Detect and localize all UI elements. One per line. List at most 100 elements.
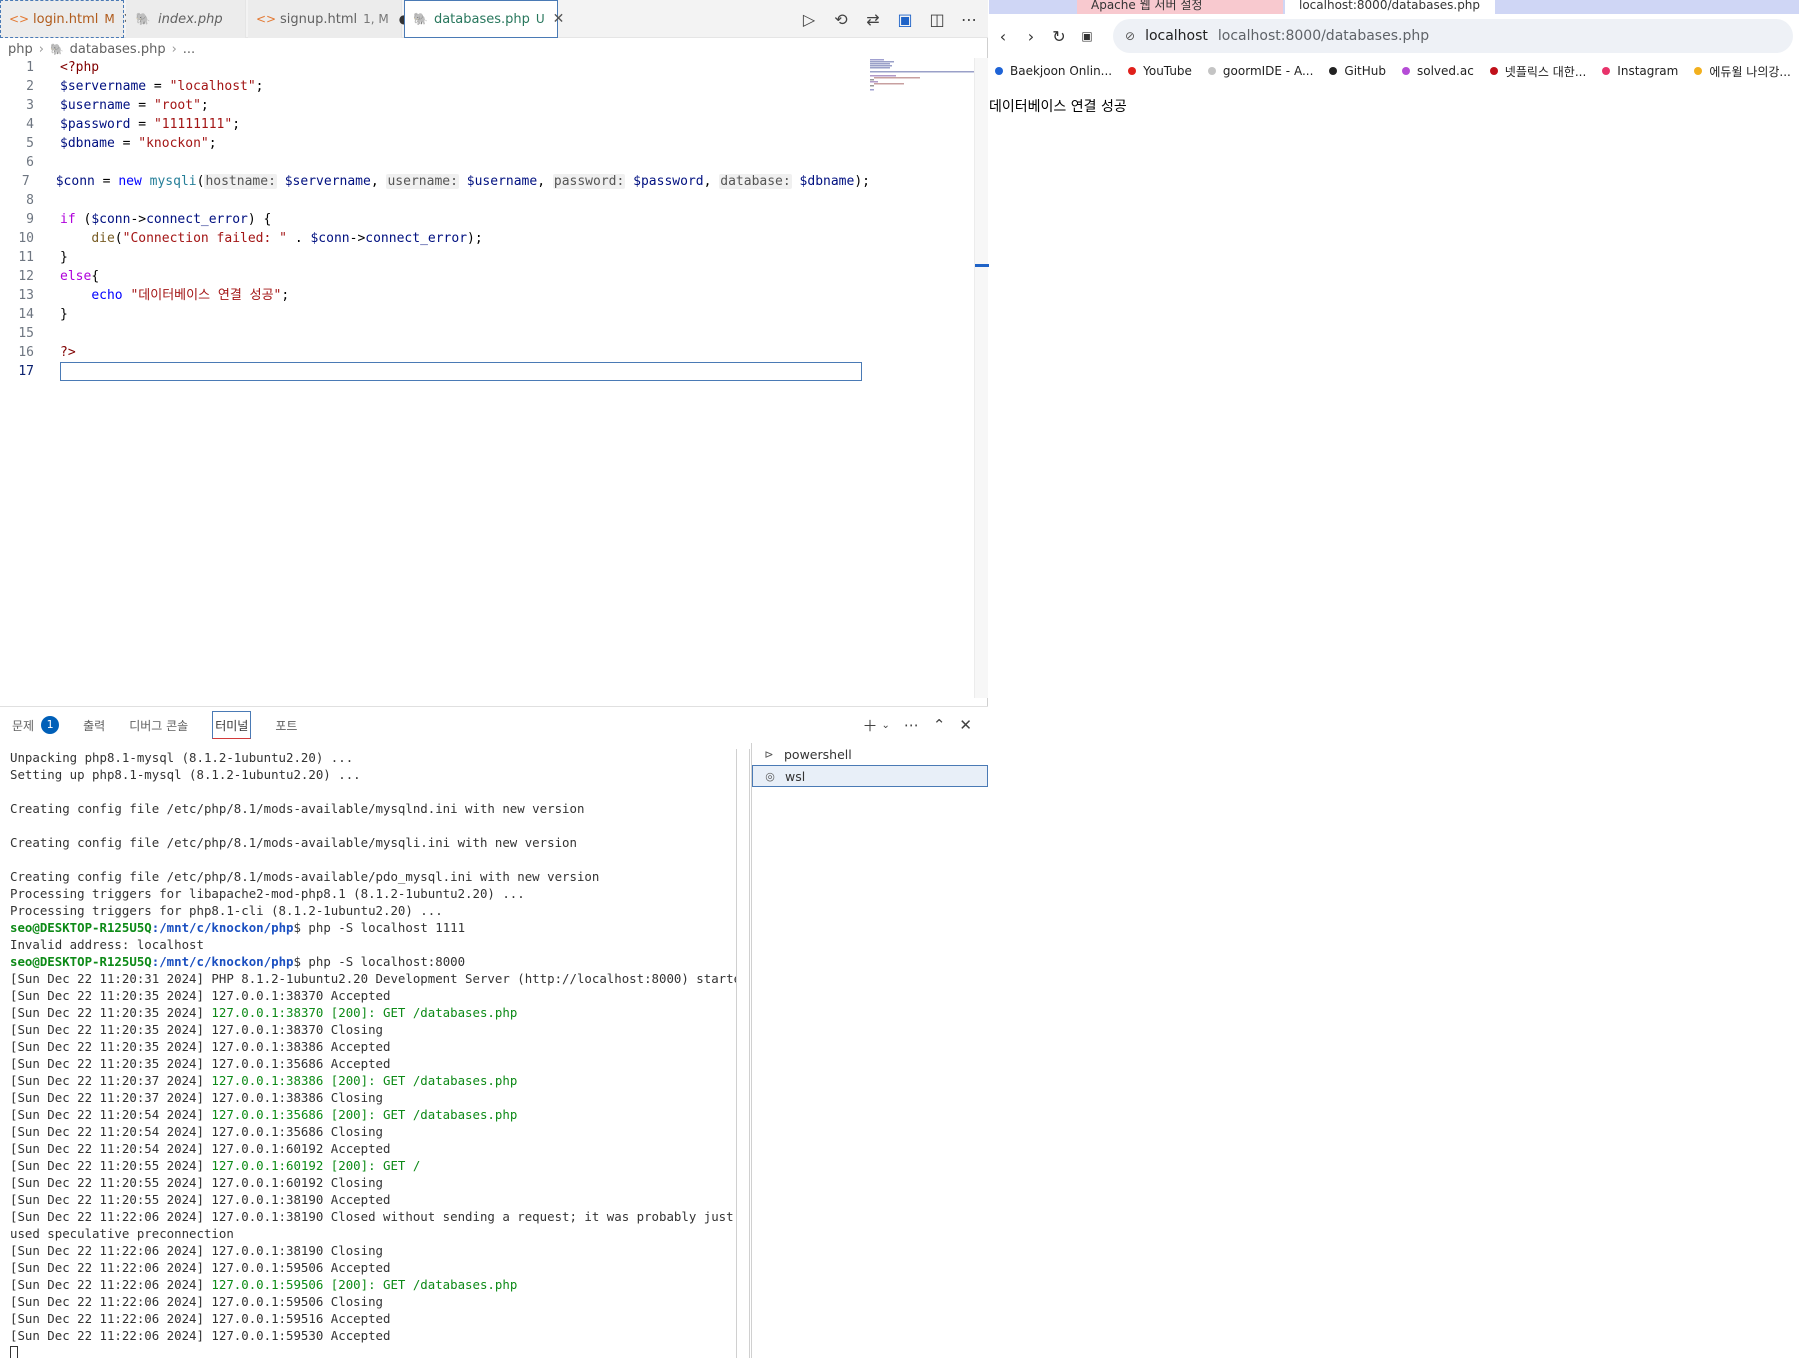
code-line: 7 $conn = new mysqli(hostname: $servernam… bbox=[21, 174, 870, 189]
bottom-panel: 문제 1 출력 디버그 콘솔 터미널 포트 ＋ ⌄ ⋯ ⌃ ✕ Unpacking… bbox=[0, 706, 988, 1358]
terminal-line: [Sun Dec 22 11:22:06 2024] 127.0.0.1:381… bbox=[10, 1243, 383, 1258]
split-editor-icon[interactable]: ◫ bbox=[926, 10, 948, 29]
bookmark-favicon-icon bbox=[1128, 67, 1137, 75]
browser-toolbar: ‹ › ↻ ▣ ⊘ localhost localhost:8000/datab… bbox=[989, 14, 1799, 58]
code-line: 15 bbox=[18, 326, 34, 341]
tab-ports[interactable]: 포트 bbox=[275, 711, 297, 739]
bookmark-item[interactable]: YouTube bbox=[1128, 64, 1192, 78]
browser-tab-localhost[interactable]: localhost:8000/databases.php bbox=[1285, 0, 1495, 14]
bookmark-item[interactable]: 넷플릭스 대한... bbox=[1489, 63, 1586, 80]
code-line: 12 else{ bbox=[18, 269, 100, 284]
inlay-hint: username: bbox=[386, 174, 459, 189]
run-icon[interactable]: ▷ bbox=[798, 10, 820, 29]
browser-tab-apache[interactable]: Apache 웹 서버 설정 bbox=[1077, 0, 1283, 14]
more-actions-icon[interactable]: ⋯ bbox=[904, 716, 919, 734]
code-line: 2 $servername = "localhost"; bbox=[26, 79, 264, 94]
terminal-line: [Sun Dec 22 11:20:54 2024] 127.0.0.1:356… bbox=[10, 1107, 518, 1122]
problems-count-badge: 1 bbox=[41, 716, 60, 734]
notion-extension-icon[interactable]: ▣ bbox=[1073, 29, 1101, 43]
terminal-line: [Sun Dec 22 11:22:06 2024] 127.0.0.1:595… bbox=[10, 1260, 391, 1275]
tab-debug-console[interactable]: 디버그 콘솔 bbox=[129, 711, 188, 739]
site-info-icon[interactable]: ⊘ bbox=[1125, 29, 1135, 43]
code-line: 6 bbox=[26, 155, 34, 170]
editor-scrollbar[interactable] bbox=[974, 58, 989, 698]
panel-tab-bar: 문제 1 출력 디버그 콘솔 터미널 포트 ＋ ⌄ ⋯ ⌃ ✕ bbox=[0, 707, 988, 743]
code-line: 1 <?php bbox=[26, 60, 100, 75]
close-panel-icon[interactable]: ✕ bbox=[959, 716, 972, 734]
code-line: 4 $password = "11111111"; bbox=[26, 117, 241, 132]
terminal-scrollbar[interactable] bbox=[736, 749, 750, 1358]
bookmark-favicon-icon bbox=[1329, 67, 1338, 75]
php-file-icon: 🐘 bbox=[413, 12, 428, 26]
terminal-line: [Sun Dec 22 11:20:35 2024] 127.0.0.1:356… bbox=[10, 1056, 391, 1071]
browser-window: Apache 웹 서버 설정 localhost:8000/databases.… bbox=[989, 0, 1799, 1357]
code-editor-window: <> login.html M ✕ 🐘 index.php <> signup.… bbox=[0, 0, 989, 1358]
terminal-line: [Sun Dec 22 11:20:31 2024] PHP 8.1.2-1ub… bbox=[10, 971, 736, 986]
breadcrumb-more[interactable]: ... bbox=[183, 42, 195, 57]
html-file-icon: <> bbox=[256, 12, 277, 26]
terminal-line: [Sun Dec 22 11:20:55 2024] 127.0.0.1:601… bbox=[10, 1158, 421, 1173]
code-line: 9 if ($conn->connect_error) { bbox=[26, 212, 272, 227]
address-bar[interactable]: ⊘ localhost localhost:8000/databases.php bbox=[1113, 19, 1793, 53]
terminal-line: [Sun Dec 22 11:20:55 2024] 127.0.0.1:601… bbox=[10, 1175, 383, 1190]
tab-databases-php[interactable]: 🐘 databases.php U ✕ bbox=[404, 0, 564, 38]
tab-terminal[interactable]: 터미널 bbox=[212, 711, 252, 739]
tab-problems[interactable]: 문제 1 bbox=[12, 711, 60, 739]
code-line: 16 ?> bbox=[18, 345, 76, 360]
chevron-right-icon: › bbox=[171, 41, 177, 57]
breadcrumb-file[interactable]: databases.php bbox=[70, 42, 166, 57]
inlay-hint: hostname: bbox=[204, 174, 277, 189]
bookmarks-bar: Baekjoon Onlin... YouTube goormIDE - A... G… bbox=[989, 58, 1799, 84]
bookmark-item[interactable]: GitHub bbox=[1329, 64, 1386, 78]
terminal-line: seo@DESKTOP-R125U5Q:/mnt/c/knockon/php$ … bbox=[10, 920, 466, 935]
bookmark-item[interactable]: solved.ac bbox=[1402, 64, 1474, 78]
reload-icon[interactable]: ↻ bbox=[1045, 27, 1073, 46]
maximize-panel-icon[interactable]: ⌃ bbox=[933, 716, 946, 734]
terminal-line: [Sun Dec 22 11:20:35 2024] 127.0.0.1:383… bbox=[10, 1022, 383, 1037]
more-actions-icon[interactable]: ⋯ bbox=[958, 10, 980, 29]
minimap[interactable] bbox=[868, 58, 978, 98]
tab-output[interactable]: 출력 bbox=[83, 711, 105, 739]
open-preview-icon[interactable]: ▣ bbox=[894, 10, 916, 29]
terminal-item-powershell[interactable]: ⊳ powershell bbox=[752, 743, 988, 765]
bookmark-item[interactable]: Baekjoon Onlin... bbox=[995, 64, 1112, 78]
chevron-down-icon[interactable]: ⌄ bbox=[881, 720, 889, 731]
bookmark-item[interactable]: 에듀윌 나의강... bbox=[1694, 63, 1791, 80]
terminal-line: Setting up php8.1-mysql (8.1.2-1ubuntu2.… bbox=[10, 767, 361, 782]
bookmark-favicon-icon bbox=[1602, 67, 1611, 75]
timeline-icon[interactable]: ⟲ bbox=[830, 10, 852, 29]
terminal-line: Creating config file /etc/php/8.1/mods-a… bbox=[10, 869, 600, 884]
compare-icon[interactable]: ⇄ bbox=[862, 10, 884, 29]
code-line: 11} bbox=[18, 250, 68, 265]
bookmark-item[interactable]: goormIDE - A... bbox=[1207, 64, 1313, 78]
breadcrumb: php › 🐘 databases.php › ... bbox=[0, 38, 988, 60]
forward-icon[interactable]: › bbox=[1017, 27, 1045, 46]
new-terminal-icon[interactable]: ＋ bbox=[862, 715, 877, 736]
terminal-line: [Sun Dec 22 11:22:06 2024] 127.0.0.1:595… bbox=[10, 1277, 518, 1292]
bookmark-favicon-icon bbox=[995, 67, 1003, 75]
terminal-line: [Sun Dec 22 11:22:06 2024] 127.0.0.1:595… bbox=[10, 1294, 383, 1309]
html-file-icon: <> bbox=[9, 12, 30, 26]
terminal-item-wsl[interactable]: ◎ wsl bbox=[752, 765, 988, 787]
terminal-output[interactable]: Unpacking php8.1-mysql (8.1.2-1ubuntu2.2… bbox=[10, 749, 736, 1358]
terminal-line: [Sun Dec 22 11:20:35 2024] 127.0.0.1:383… bbox=[10, 988, 391, 1003]
inlay-hint: database: bbox=[719, 174, 792, 189]
code-line: 10 die("Connection failed: " . $conn->co… bbox=[18, 231, 483, 246]
code-line: 8 bbox=[26, 193, 34, 208]
breadcrumb-folder[interactable]: php bbox=[8, 42, 33, 57]
back-icon[interactable]: ‹ bbox=[989, 27, 1017, 46]
terminal-line: Creating config file /etc/php/8.1/mods-a… bbox=[10, 835, 577, 850]
tab-signup-html[interactable]: <> signup.html 1, M ● bbox=[248, 0, 409, 38]
tab-login-html[interactable]: <> login.html M ✕ bbox=[0, 0, 135, 38]
code-line: 5 $dbname = "knockon"; bbox=[26, 136, 217, 151]
bookmark-item[interactable]: Instagram bbox=[1602, 64, 1678, 78]
editor-actions: ▷ ⟲ ⇄ ▣ ◫ ⋯ bbox=[798, 0, 980, 38]
bookmark-favicon-icon bbox=[1694, 67, 1703, 75]
tab-index-php[interactable]: 🐘 index.php bbox=[126, 0, 246, 38]
close-icon[interactable]: ✕ bbox=[553, 11, 565, 27]
terminal-line: [Sun Dec 22 11:20:35 2024] 127.0.0.1:383… bbox=[10, 1005, 518, 1020]
panel-actions: ＋ ⌄ ⋯ ⌃ ✕ bbox=[862, 707, 972, 743]
terminal-list: ⊳ powershell ◎ wsl bbox=[751, 743, 988, 1358]
terminal-line: Unpacking php8.1-mysql (8.1.2-1ubuntu2.2… bbox=[10, 750, 354, 765]
